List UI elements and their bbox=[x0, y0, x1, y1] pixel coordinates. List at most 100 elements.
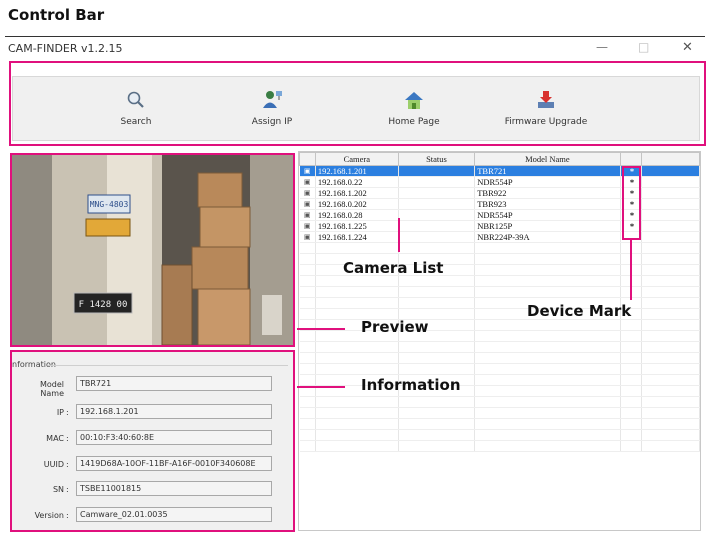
empty-cell bbox=[315, 242, 399, 254]
empty-cell bbox=[474, 264, 621, 276]
empty-cell bbox=[641, 407, 700, 419]
camera-icon: ▣ bbox=[299, 165, 316, 177]
information-callout-line bbox=[297, 386, 345, 388]
empty-cell bbox=[299, 363, 316, 375]
col-header-mark[interactable] bbox=[619, 152, 643, 166]
col-header-camera[interactable]: Camera bbox=[314, 152, 399, 166]
empty-row bbox=[299, 308, 700, 320]
device-mark-callout-line bbox=[630, 240, 632, 300]
col-header-model-name[interactable]: Model Name bbox=[474, 152, 621, 166]
empty-cell bbox=[620, 440, 643, 452]
col-header-extra[interactable] bbox=[641, 152, 700, 166]
camera-icon: ▣ bbox=[299, 187, 316, 199]
empty-cell bbox=[398, 429, 476, 441]
search-label: Search bbox=[120, 117, 152, 127]
empty-row bbox=[299, 374, 700, 386]
camera-icon: ▣ bbox=[299, 220, 316, 232]
empty-cell bbox=[299, 253, 316, 265]
maximize-button[interactable]: □ bbox=[638, 40, 649, 54]
empty-cell bbox=[474, 352, 621, 364]
control-bar: Search Assign IP Home Page Firmware Upgr… bbox=[12, 76, 700, 141]
preview-annotation: Preview bbox=[361, 318, 429, 336]
magnifier-icon bbox=[127, 91, 144, 108]
assign-ip-button[interactable]: Assign IP bbox=[217, 89, 327, 127]
camera-row[interactable]: ▣ 192.168.1.201 TBR721 * bbox=[299, 165, 700, 177]
download-arrow-icon bbox=[538, 91, 554, 108]
version-field[interactable]: Camware_02.01.0035 bbox=[76, 507, 272, 522]
figure-title: Control Bar bbox=[8, 6, 105, 24]
empty-cell bbox=[474, 418, 621, 430]
empty-cell bbox=[299, 242, 316, 254]
camera-row[interactable]: ▣ 192.168.0.28 NDR554P * bbox=[299, 209, 700, 221]
empty-cell bbox=[474, 363, 621, 375]
empty-cell bbox=[474, 440, 621, 452]
status-cell bbox=[398, 231, 476, 243]
camera-row[interactable]: ▣ 192.168.1.224 NBR224P-39A bbox=[299, 231, 700, 243]
empty-cell bbox=[474, 396, 621, 408]
camera-preview: MNG-4803 F 1428 00 bbox=[12, 155, 293, 345]
mac-field[interactable]: 00:10:F3:40:60:8E bbox=[76, 430, 272, 445]
extra-cell bbox=[641, 220, 700, 232]
empty-cell bbox=[299, 440, 316, 452]
empty-cell bbox=[315, 440, 399, 452]
camera-ip-cell: 192.168.0.202 bbox=[315, 198, 399, 210]
empty-cell bbox=[620, 374, 643, 386]
empty-row bbox=[299, 363, 700, 375]
empty-cell bbox=[474, 341, 621, 353]
uuid-field[interactable]: 1419D68A-10OF-11BF-A16F-0010F340608E bbox=[76, 456, 272, 471]
home-page-label: Home Page bbox=[388, 117, 440, 127]
empty-row bbox=[299, 297, 700, 309]
extra-cell bbox=[641, 176, 700, 188]
extra-cell bbox=[641, 165, 700, 177]
camera-list[interactable]: Camera Status Model Name ▣ 192.168.1.201 T… bbox=[298, 151, 701, 531]
device-mark-annotation: Device Mark bbox=[527, 302, 632, 320]
empty-cell bbox=[299, 308, 316, 320]
ip-colon: : bbox=[66, 408, 69, 417]
empty-cell bbox=[641, 418, 700, 430]
search-button[interactable]: Search bbox=[81, 89, 191, 127]
empty-cell bbox=[299, 374, 316, 386]
information-panel: nformation Model Name TBR721 IP : 192.16… bbox=[12, 352, 293, 530]
sn-field[interactable]: TSBE11001815 bbox=[76, 481, 272, 496]
close-button[interactable]: ✕ bbox=[682, 40, 693, 55]
empty-cell bbox=[398, 440, 476, 452]
empty-cell bbox=[474, 385, 621, 397]
empty-cell bbox=[398, 275, 476, 287]
camera-row[interactable]: ▣ 192.168.1.202 TBR922 * bbox=[299, 187, 700, 199]
empty-cell bbox=[315, 341, 399, 353]
firmware-upgrade-button[interactable]: Firmware Upgrade bbox=[491, 89, 601, 127]
empty-cell bbox=[299, 330, 316, 342]
camera-row[interactable]: ▣ 192.168.0.202 TBR923 * bbox=[299, 198, 700, 210]
empty-cell bbox=[474, 286, 621, 298]
col-header-status[interactable]: Status bbox=[397, 152, 476, 166]
status-cell bbox=[398, 209, 476, 221]
home-page-button[interactable]: Home Page bbox=[359, 89, 469, 127]
preview-image: MNG-4803 F 1428 00 bbox=[12, 155, 293, 345]
empty-cell bbox=[474, 429, 621, 441]
model-name-field[interactable]: TBR721 bbox=[76, 376, 272, 391]
minimize-button[interactable]: — bbox=[596, 40, 608, 54]
empty-cell bbox=[315, 407, 399, 419]
camera-row[interactable]: ▣ 192.168.0.22 NDR554P * bbox=[299, 176, 700, 188]
empty-cell bbox=[474, 374, 621, 386]
empty-cell bbox=[474, 275, 621, 287]
camera-row[interactable]: ▣ 192.168.1.225 NBR125P * bbox=[299, 220, 700, 232]
ip-field[interactable]: 192.168.1.201 bbox=[76, 404, 272, 419]
empty-cell bbox=[641, 396, 700, 408]
empty-cell bbox=[474, 242, 621, 254]
empty-cell bbox=[398, 352, 476, 364]
empty-cell bbox=[641, 352, 700, 364]
camera-ip-cell: 192.168.0.28 bbox=[315, 209, 399, 221]
empty-cell bbox=[315, 297, 399, 309]
mac-colon: : bbox=[66, 434, 69, 443]
model-name-cell: NBR224P-39A bbox=[474, 231, 621, 243]
empty-cell bbox=[398, 407, 476, 419]
empty-cell bbox=[641, 341, 700, 353]
extra-cell bbox=[641, 209, 700, 221]
model-name-label: Model Name bbox=[39, 380, 64, 398]
device-mark-cell: * bbox=[620, 187, 643, 199]
empty-cell bbox=[474, 407, 621, 419]
sn-colon: : bbox=[66, 485, 69, 494]
empty-cell bbox=[474, 253, 621, 265]
col-header-checkbox[interactable] bbox=[299, 152, 316, 166]
